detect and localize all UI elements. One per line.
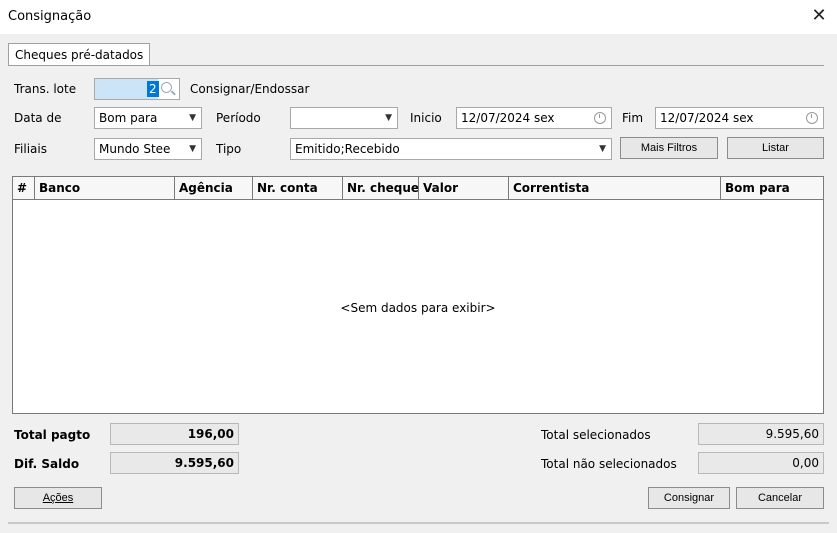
total-pagto-value: 196,00 [110,423,239,445]
column-header[interactable]: Nr. conta [253,177,343,199]
tipo-select[interactable]: Emitido;Recebido ▼ [290,138,612,160]
listar-button[interactable]: Listar [727,137,824,159]
cancelar-button[interactable]: Cancelar [736,487,824,509]
fim-label: Fim [622,111,644,125]
data-de-value: Bom para [99,111,158,125]
chevron-down-icon: ▼ [599,144,606,154]
periodo-select[interactable]: ▼ [290,107,398,129]
chevron-down-icon: ▼ [189,144,196,154]
dif-saldo-label: Dif. Saldo [14,457,80,471]
fim-value: 12/07/2024 sex [660,111,754,125]
dif-saldo-value: 9.595,60 [110,452,239,474]
column-header[interactable]: Nr. cheque [343,177,419,199]
column-header[interactable]: Valor [419,177,509,199]
acoes-button[interactable]: Ações [14,487,102,509]
total-nao-selecionados-label: Total não selecionados [541,457,677,471]
inicio-value: 12/07/2024 sex [461,111,555,125]
tab-cheques-pre-datados[interactable]: Cheques pré-datados [8,43,151,66]
consignar-button[interactable]: Consignar [648,487,730,509]
column-header[interactable]: Agência [175,177,253,199]
data-de-select[interactable]: Bom para ▼ [94,107,202,129]
filiais-label: Filiais [14,142,47,156]
inicio-date-field[interactable]: 12/07/2024 sex [456,107,612,129]
clock-icon[interactable] [806,112,818,124]
tab-divider [8,65,824,66]
trans-lote-label: Trans. lote [14,82,77,96]
column-header[interactable]: Bom para [721,177,823,199]
inicio-label: Inicio [410,111,442,125]
data-de-label: Data de [14,111,62,125]
filiais-select[interactable]: Mundo Stee ▼ [94,138,202,160]
window-title: Consignação [8,9,92,24]
filiais-value: Mundo Stee [99,142,171,156]
chevron-down-icon: ▼ [189,113,196,123]
bottom-border [8,522,829,524]
total-selecionados-label: Total selecionados [541,428,651,442]
periodo-label: Período [216,111,261,125]
clock-icon[interactable] [594,112,606,124]
tipo-label: Tipo [216,142,242,156]
cheques-grid[interactable]: # Banco Agência Nr. conta Nr. cheque Val… [12,176,824,414]
grid-header: # Banco Agência Nr. conta Nr. cheque Val… [13,177,823,200]
grid-empty-message: <Sem dados para exibir> [340,301,496,315]
total-nao-selecionados-value: 0,00 [698,452,824,474]
consignar-endossar-label: Consignar/Endossar [190,82,310,96]
trans-lote-value: 2 [147,81,159,97]
total-pagto-label: Total pagto [14,428,91,442]
title-bar [0,0,837,34]
mais-filtros-button[interactable]: Mais Filtros [620,137,718,159]
close-icon[interactable]: ✕ [808,5,830,27]
fim-date-field[interactable]: 12/07/2024 sex [655,107,824,129]
column-header[interactable]: Banco [35,177,175,199]
total-selecionados-value: 9.595,60 [698,423,824,445]
column-header[interactable]: # [13,177,35,199]
column-header[interactable]: Correntista [509,177,721,199]
trans-lote-field[interactable]: 2 [94,78,180,100]
chevron-down-icon: ▼ [385,113,392,123]
tipo-value: Emitido;Recebido [295,142,400,156]
